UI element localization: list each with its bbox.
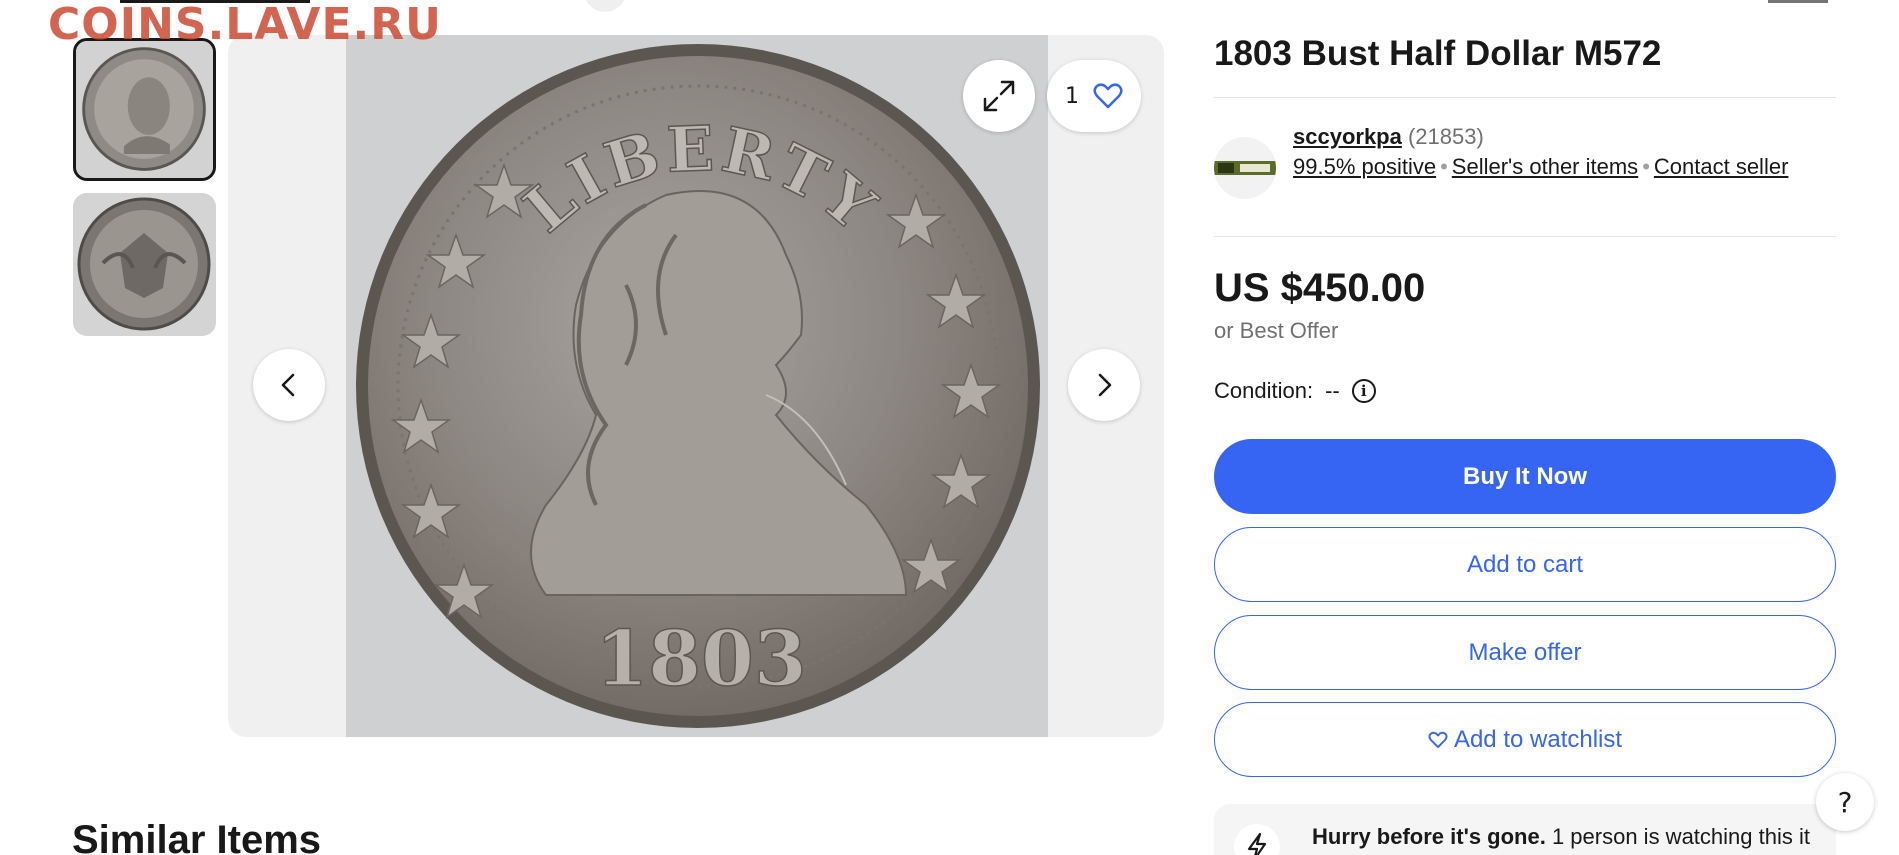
expand-image-button[interactable] xyxy=(963,60,1035,132)
divider xyxy=(1214,236,1836,237)
thumbnail-obverse[interactable] xyxy=(73,38,216,181)
contact-seller-link[interactable]: Contact seller xyxy=(1654,154,1789,179)
hurry-watch-text: 1 person is watching this it xyxy=(1551,824,1810,849)
expand-icon xyxy=(983,80,1015,112)
item-price: US $450.00 xyxy=(1214,266,1426,310)
seller-feedback-count: (21853) xyxy=(1407,124,1484,149)
coin-reverse-thumb-image xyxy=(73,193,216,336)
separator-dot: • xyxy=(1642,154,1650,179)
condition-value: -- xyxy=(1325,378,1340,403)
heart-icon xyxy=(1428,731,1448,748)
separator-dot: • xyxy=(1440,154,1448,179)
add-to-watchlist-label: Add to watchlist xyxy=(1453,725,1623,753)
condition-row: Condition: -- i xyxy=(1214,378,1376,404)
coin-obverse-thumb-image xyxy=(76,41,213,178)
hurry-banner: Hurry before it's gone. 1 person is watc… xyxy=(1214,804,1836,855)
previous-image-button[interactable] xyxy=(253,349,325,421)
coin-date-text: 1803 xyxy=(595,614,807,703)
lightning-icon-wrapper xyxy=(1234,824,1280,855)
divider xyxy=(1214,97,1836,98)
top-right-indicator xyxy=(1768,0,1828,3)
best-offer-label: or Best Offer xyxy=(1214,318,1339,343)
watch-count-button[interactable]: 1 xyxy=(1047,60,1141,132)
seller-positive-link[interactable]: 99.5% positive xyxy=(1293,154,1436,179)
hurry-message: Hurry before it's gone. 1 person is watc… xyxy=(1312,824,1810,850)
help-button[interactable]: ? xyxy=(1816,773,1874,831)
watch-count: 1 xyxy=(1065,83,1079,109)
coin-obverse-image: LIBERTY 1803 xyxy=(346,35,1048,737)
item-title: 1803 Bust Half Dollar M572 xyxy=(1214,34,1662,73)
top-header-icon[interactable] xyxy=(584,0,626,12)
main-coin-image[interactable]: LIBERTY 1803 xyxy=(346,35,1048,737)
thumbnail-reverse[interactable] xyxy=(73,193,216,336)
similar-items-heading: Similar Items xyxy=(72,818,322,855)
buy-it-now-button[interactable]: Buy It Now xyxy=(1214,439,1836,514)
seller-logo-image xyxy=(1214,161,1276,175)
lightning-icon xyxy=(1247,832,1267,855)
image-gallery: LIBERTY 1803 1 xyxy=(228,35,1164,737)
add-to-cart-button[interactable]: Add to cart xyxy=(1214,527,1836,602)
chevron-left-icon xyxy=(281,373,295,397)
info-icon[interactable]: i xyxy=(1351,379,1376,403)
item-page: COINS.LAVE.RU LIBERTY 1803 1 Similar Ite… xyxy=(0,0,1899,855)
heart-icon xyxy=(1093,83,1123,109)
make-offer-button[interactable]: Make offer xyxy=(1214,615,1836,690)
seller-info: sccyorkpa (21853) 99.5% positive • Seller'… xyxy=(1293,122,1813,182)
add-to-watchlist-button[interactable]: Add to watchlist xyxy=(1214,702,1836,777)
seller-other-items-link[interactable]: Seller's other items xyxy=(1452,154,1638,179)
watermark-logo: COINS.LAVE.RU xyxy=(48,0,442,50)
chevron-right-icon xyxy=(1098,373,1112,397)
seller-name-link[interactable]: sccyorkpa xyxy=(1293,124,1402,149)
condition-label: Condition: xyxy=(1214,378,1314,403)
seller-avatar[interactable] xyxy=(1214,137,1276,199)
hurry-bold-text: Hurry before it's gone. xyxy=(1312,824,1546,849)
next-image-button[interactable] xyxy=(1068,349,1140,421)
